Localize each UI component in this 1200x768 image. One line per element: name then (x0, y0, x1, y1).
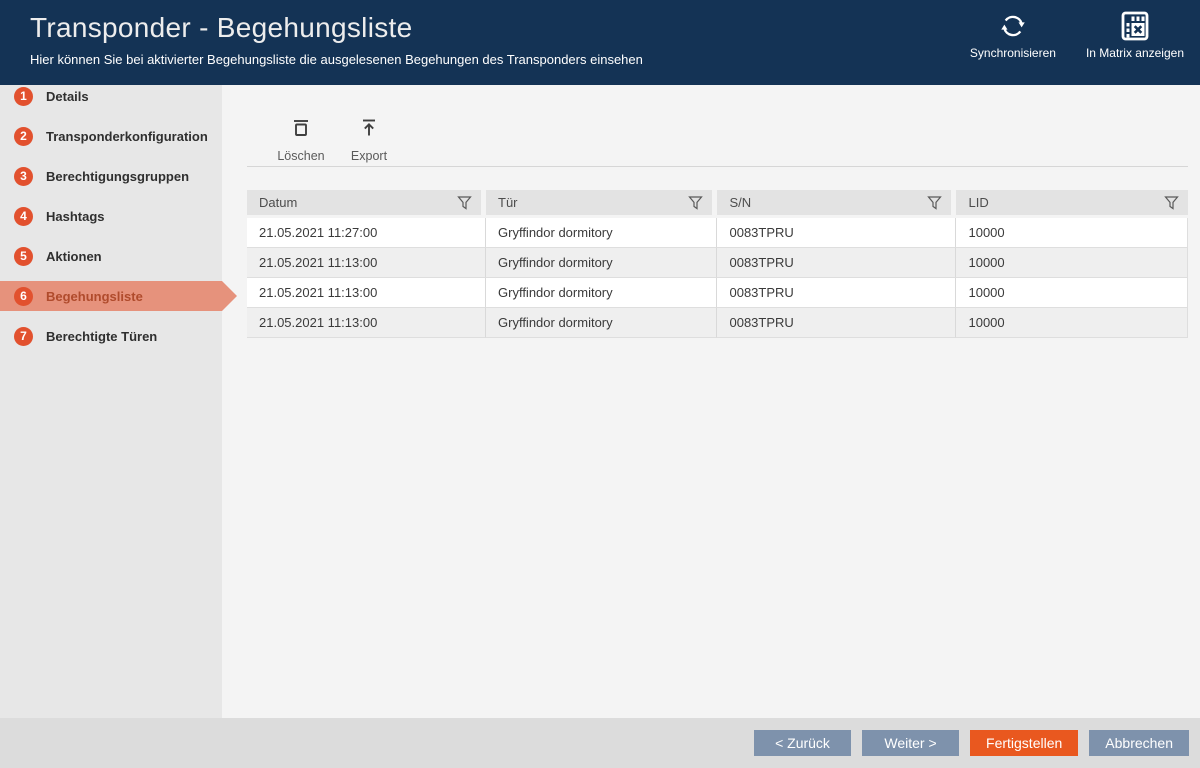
footer: < Zurück Weiter > Fertigstellen Abbreche… (0, 718, 1200, 768)
sidebar-item-label: Begehungsliste (46, 289, 143, 304)
column-label: S/N (729, 195, 751, 210)
matrix-grid-icon (1121, 11, 1149, 41)
sync-icon (998, 11, 1028, 41)
synchronize-button[interactable]: Synchronisieren (966, 11, 1060, 60)
wizard-step-list: 1 Details 2 Transponderkonfiguration 3 B… (0, 76, 222, 356)
cell-tuer: Gryffindor dormitory (486, 278, 717, 308)
access-list-table-container: Datum Tür S/N (247, 190, 1188, 338)
cell-tuer: Gryffindor dormitory (486, 308, 717, 338)
sidebar-item-berechtigte-tueren[interactable]: 7 Berechtigte Türen (0, 316, 222, 356)
cell-lid: 10000 (956, 278, 1188, 308)
sidebar-item-hashtags[interactable]: 4 Hashtags (0, 196, 222, 236)
cell-lid: 10000 (956, 248, 1188, 278)
cell-sn: 0083TPRU (717, 278, 956, 308)
column-label: Datum (259, 195, 297, 210)
sidebar-item-transponderkonfiguration[interactable]: 2 Transponderkonfiguration (0, 116, 222, 156)
sidebar-item-label: Hashtags (46, 209, 105, 224)
table-row[interactable]: 21.05.2021 11:13:00 Gryffindor dormitory… (247, 248, 1188, 278)
filter-icon[interactable] (457, 196, 472, 210)
cell-sn: 0083TPRU (717, 248, 956, 278)
main-content: Löschen Export (222, 85, 1200, 718)
step-number-badge: 1 (14, 87, 33, 106)
cell-sn: 0083TPRU (717, 218, 956, 248)
column-header-lid[interactable]: LID (956, 190, 1188, 218)
table-row[interactable]: 21.05.2021 11:13:00 Gryffindor dormitory… (247, 278, 1188, 308)
sidebar-item-begehungsliste[interactable]: 6 Begehungsliste (0, 276, 222, 316)
synchronize-label: Synchronisieren (970, 46, 1056, 60)
step-number-badge: 2 (14, 127, 33, 146)
sidebar-item-berechtigungsgruppen[interactable]: 3 Berechtigungsgruppen (0, 156, 222, 196)
header-titles: Transponder - Begehungsliste Hier können… (30, 10, 643, 67)
sidebar-item-aktionen[interactable]: 5 Aktionen (0, 236, 222, 276)
cell-datum: 21.05.2021 11:13:00 (247, 278, 486, 308)
filter-icon[interactable] (688, 196, 703, 210)
page-title: Transponder - Begehungsliste (30, 10, 643, 46)
step-number-badge: 3 (14, 167, 33, 186)
back-button[interactable]: < Zurück (754, 730, 851, 756)
filter-icon[interactable] (927, 196, 942, 210)
cell-sn: 0083TPRU (717, 308, 956, 338)
sidebar-item-label: Details (46, 89, 89, 104)
sidebar-item-label: Berechtigte Türen (46, 329, 157, 344)
access-list-table: Datum Tür S/N (247, 190, 1188, 338)
export-label: Export (351, 149, 387, 163)
header-actions: Synchronisieren (966, 11, 1188, 60)
cell-datum: 21.05.2021 11:27:00 (247, 218, 486, 248)
export-icon (357, 116, 381, 145)
step-number-badge: 4 (14, 207, 33, 226)
sidebar-item-label: Berechtigungsgruppen (46, 169, 189, 184)
toolbar: Löschen Export (270, 116, 400, 163)
cell-datum: 21.05.2021 11:13:00 (247, 248, 486, 278)
step-number-badge: 7 (14, 327, 33, 346)
delete-button[interactable]: Löschen (270, 116, 332, 163)
page-subtitle: Hier können Sie bei aktivierter Begehung… (30, 52, 643, 67)
delete-label: Löschen (277, 149, 324, 163)
column-label: Tür (498, 195, 518, 210)
finish-button[interactable]: Fertigstellen (970, 730, 1078, 756)
next-button[interactable]: Weiter > (862, 730, 959, 756)
show-in-matrix-button[interactable]: In Matrix anzeigen (1082, 11, 1188, 60)
filter-icon[interactable] (1164, 196, 1179, 210)
toolbar-separator (247, 166, 1188, 167)
sidebar-item-label: Aktionen (46, 249, 102, 264)
header: Transponder - Begehungsliste Hier können… (0, 0, 1200, 85)
step-number-badge: 5 (14, 247, 33, 266)
export-button[interactable]: Export (338, 116, 400, 163)
trash-icon (289, 116, 313, 145)
cell-datum: 21.05.2021 11:13:00 (247, 308, 486, 338)
cancel-button[interactable]: Abbrechen (1089, 730, 1189, 756)
column-label: LID (968, 195, 988, 210)
show-in-matrix-label: In Matrix anzeigen (1086, 46, 1184, 60)
column-header-tuer[interactable]: Tür (486, 190, 717, 218)
cell-lid: 10000 (956, 308, 1188, 338)
sidebar-item-label: Transponderkonfiguration (46, 129, 208, 144)
cell-lid: 10000 (956, 218, 1188, 248)
table-header-row: Datum Tür S/N (247, 190, 1188, 218)
column-header-sn[interactable]: S/N (717, 190, 956, 218)
table-row[interactable]: 21.05.2021 11:13:00 Gryffindor dormitory… (247, 308, 1188, 338)
table-row[interactable]: 21.05.2021 11:27:00 Gryffindor dormitory… (247, 218, 1188, 248)
wizard-steps-sidebar: 1 Details 2 Transponderkonfiguration 3 B… (0, 85, 222, 718)
step-number-badge: 6 (14, 287, 33, 306)
column-header-datum[interactable]: Datum (247, 190, 486, 218)
cell-tuer: Gryffindor dormitory (486, 218, 717, 248)
cell-tuer: Gryffindor dormitory (486, 248, 717, 278)
